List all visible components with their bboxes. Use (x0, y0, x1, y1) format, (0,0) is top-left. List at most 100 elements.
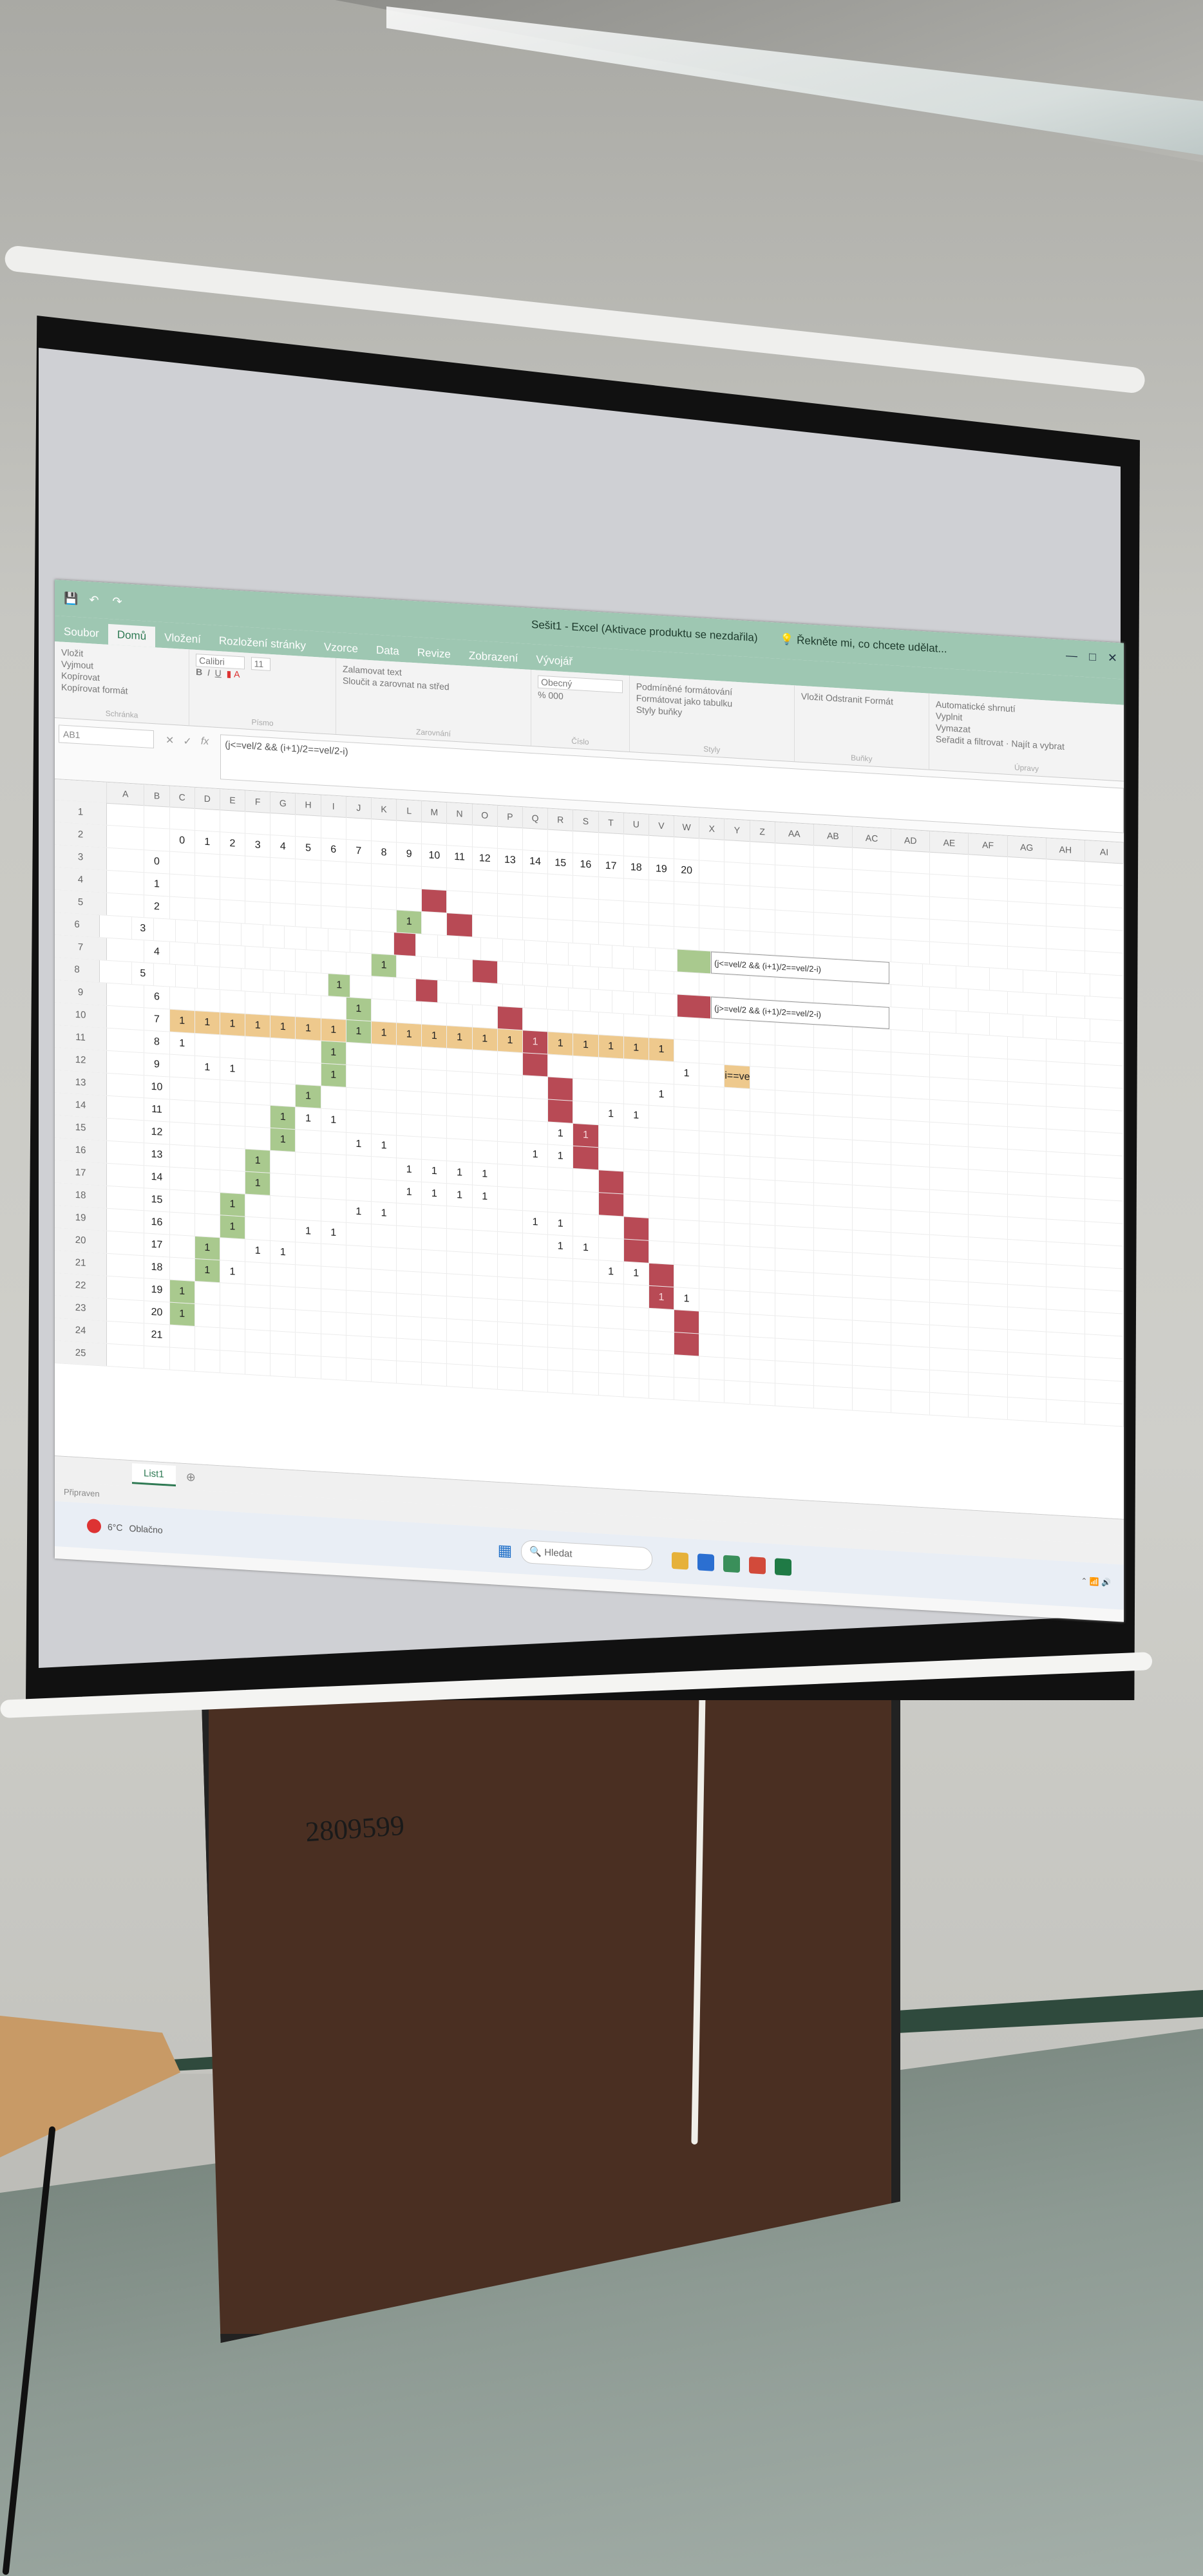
cell-z15[interactable] (750, 1157, 775, 1180)
delete-cells-button[interactable]: Odstranit (826, 692, 862, 705)
cell-ai4[interactable] (1085, 929, 1124, 953)
cell-ae17[interactable] (930, 1212, 969, 1237)
cell-f13[interactable] (245, 1081, 271, 1105)
cell-g22[interactable] (270, 1285, 296, 1310)
cell-s24[interactable] (573, 1349, 599, 1373)
column-header-af[interactable]: AF (969, 833, 1008, 857)
cell-t14[interactable] (598, 1125, 624, 1149)
sheet-tab-list1[interactable]: List1 (132, 1463, 176, 1487)
cell-d22[interactable] (194, 1281, 220, 1305)
cell-e18[interactable]: 1 (220, 1193, 246, 1217)
cell-d20[interactable]: 1 (194, 1236, 220, 1260)
cell-ac8[interactable] (889, 1007, 924, 1032)
tab-soubor[interactable]: Soubor (55, 621, 108, 645)
cell-x24[interactable] (699, 1356, 725, 1380)
cell-f15[interactable] (245, 1126, 271, 1150)
cell-n5[interactable] (447, 913, 473, 937)
cell-ab10[interactable] (813, 1048, 853, 1072)
cell-ah20[interactable] (1046, 1287, 1085, 1312)
cell-ad4[interactable] (891, 917, 931, 942)
cell-w17[interactable] (674, 1197, 700, 1221)
cell-ae20[interactable] (930, 1280, 969, 1305)
cell-p25[interactable] (497, 1367, 523, 1391)
cell-s9[interactable] (573, 1010, 599, 1035)
cell-y8[interactable] (634, 992, 656, 1016)
cell-i6[interactable] (285, 926, 307, 950)
row-header[interactable]: 24 (55, 1318, 108, 1343)
cell-r18[interactable]: 1 (548, 1212, 574, 1236)
cell-ag17[interactable] (1007, 1217, 1047, 1242)
cell-ae4[interactable] (930, 919, 969, 944)
cell-r11[interactable] (548, 1054, 574, 1078)
cell-q10[interactable]: 1 (522, 1030, 549, 1054)
cell-m5[interactable] (422, 911, 448, 936)
cell-n19[interactable] (447, 1229, 473, 1253)
cell-af4[interactable] (969, 922, 1008, 946)
cell-y12[interactable] (725, 1087, 750, 1112)
cell-ac12[interactable] (853, 1095, 892, 1120)
cell-ac2[interactable] (853, 869, 892, 895)
cell-ad20[interactable] (891, 1278, 931, 1302)
cell-ac23[interactable] (853, 1343, 892, 1368)
cell-v4[interactable] (649, 902, 675, 927)
cell-c11[interactable]: 1 (169, 1032, 195, 1056)
cell-x10[interactable] (699, 1041, 725, 1065)
cell-c14[interactable] (169, 1099, 195, 1123)
cell-ag10[interactable] (1007, 1059, 1047, 1084)
cell-y23[interactable] (725, 1335, 750, 1359)
cell-ab16[interactable] (813, 1183, 853, 1208)
cell-x7[interactable] (699, 973, 725, 997)
column-header-ag[interactable]: AG (1007, 835, 1047, 859)
cell-b3[interactable]: 0 (144, 850, 170, 874)
cell-n16[interactable]: 1 (447, 1161, 473, 1185)
cell-w23[interactable] (674, 1332, 700, 1356)
cell-g6[interactable] (241, 923, 263, 947)
office-app-icon[interactable] (749, 1557, 766, 1575)
tab-data[interactable]: Data (367, 639, 408, 663)
cell-j21[interactable] (346, 1267, 372, 1292)
cell-z6[interactable] (656, 948, 678, 972)
cell-a8[interactable] (100, 960, 133, 985)
cell-p18[interactable] (497, 1209, 523, 1233)
cell-q16[interactable] (522, 1166, 549, 1189)
cell-m21[interactable] (422, 1272, 448, 1296)
cell-n3[interactable] (447, 868, 473, 892)
cell-ae6[interactable] (956, 966, 990, 990)
cell-h21[interactable] (296, 1265, 321, 1289)
cell-f9[interactable] (245, 991, 271, 1015)
cell-x15[interactable] (699, 1153, 725, 1177)
cell-q24[interactable] (522, 1346, 549, 1370)
cell-b25[interactable] (144, 1346, 170, 1370)
weather-widget[interactable]: 6°C Oblačno (87, 1518, 163, 1537)
cell-v6[interactable] (568, 943, 591, 967)
cell-ag23[interactable] (1007, 1352, 1047, 1377)
cell-ae25[interactable] (930, 1392, 969, 1417)
row-header[interactable]: 17 (55, 1160, 108, 1186)
cell-p6[interactable] (437, 935, 460, 959)
cell-ae5[interactable] (930, 942, 969, 967)
cell-ag4[interactable] (1007, 923, 1047, 949)
cell-w3[interactable] (674, 882, 700, 905)
cell-f21[interactable] (245, 1262, 271, 1285)
cell-o21[interactable] (472, 1275, 498, 1299)
cell-u20[interactable]: 1 (623, 1262, 649, 1285)
cell-ad6[interactable] (923, 964, 957, 989)
cell-a19[interactable] (107, 1208, 145, 1233)
cell-ah12[interactable] (1046, 1106, 1085, 1132)
cell-k21[interactable] (371, 1269, 397, 1293)
cell-z11[interactable] (750, 1066, 775, 1090)
cell-r20[interactable] (548, 1257, 574, 1281)
cell-ab18[interactable] (813, 1228, 853, 1253)
cell-m15[interactable] (422, 1137, 448, 1161)
format-cells-button[interactable]: Formát (865, 695, 893, 707)
cell-ab22[interactable] (813, 1318, 853, 1343)
folder-app-icon[interactable] (672, 1551, 689, 1570)
cell-i4[interactable] (321, 883, 346, 907)
column-header-o[interactable]: O (472, 804, 498, 826)
cell-y1[interactable] (725, 839, 750, 864)
cell-ah24[interactable] (1046, 1377, 1085, 1402)
bold-icon[interactable]: B (196, 667, 202, 677)
function-icon[interactable]: fx (201, 735, 209, 749)
cell-i21[interactable] (321, 1266, 346, 1290)
cell-ac5[interactable] (853, 937, 892, 962)
